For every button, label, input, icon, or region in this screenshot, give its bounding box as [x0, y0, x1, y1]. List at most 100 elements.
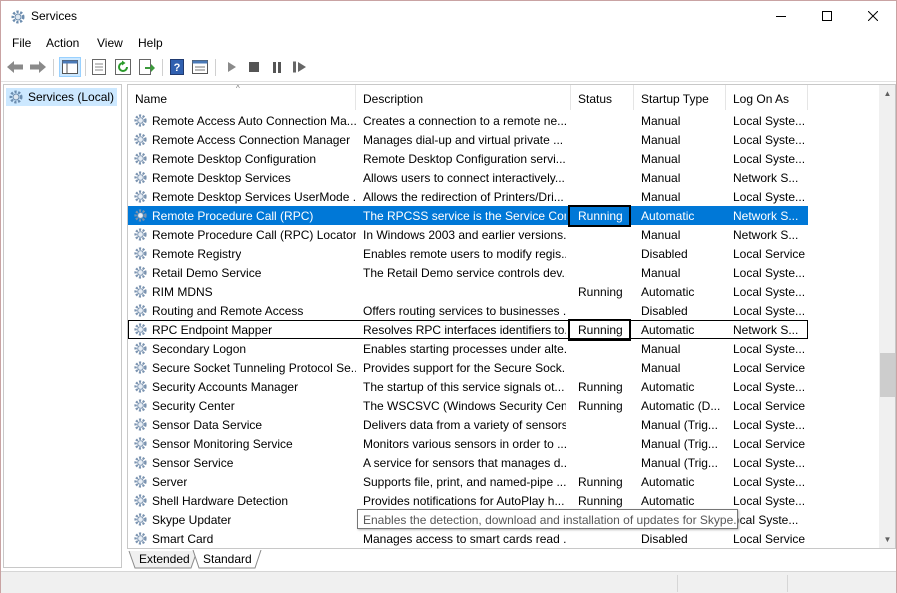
menu-view[interactable]: View — [97, 36, 123, 50]
service-startup-type: Automatic (D... — [641, 399, 721, 413]
minimize-icon — [776, 16, 786, 17]
table-row[interactable]: Remote Registry Enables remote users to m… — [128, 244, 808, 263]
service-log-on-as: Local Service — [733, 361, 806, 375]
service-name: Routing and Remote Access — [152, 304, 304, 318]
maximize-button[interactable] — [804, 1, 850, 31]
service-gear-icon — [134, 342, 147, 355]
service-gear-icon — [134, 380, 147, 393]
table-row[interactable]: Routing and Remote Access Offers routing … — [128, 301, 808, 320]
column-header-description[interactable]: Description — [356, 85, 571, 110]
minimize-button[interactable] — [758, 1, 804, 31]
scroll-thumb[interactable] — [880, 353, 895, 397]
service-log-on-as: Local Service — [733, 532, 806, 546]
table-row[interactable]: Sensor Monitoring Service Monitors variou… — [128, 434, 808, 453]
table-row[interactable]: Secure Socket Tunneling Protocol Se... Pr… — [128, 358, 808, 377]
table-row[interactable]: Sensor Service A service for sensors that… — [128, 453, 808, 472]
show-hide-console-tree-button[interactable] — [59, 57, 81, 77]
service-description: The WSCSVC (Windows Security Cen... — [363, 399, 566, 413]
table-row[interactable]: Security Accounts Manager The startup of … — [128, 377, 808, 396]
column-header-startup-type[interactable]: Startup Type — [634, 85, 726, 110]
table-row[interactable]: RPC Endpoint Mapper Resolves RPC interfac… — [128, 319, 808, 341]
service-startup-type: Manual (Trig... — [641, 437, 718, 451]
refresh-button[interactable] — [114, 58, 132, 76]
service-description: Remote Desktop Configuration servi... — [363, 152, 566, 166]
table-row[interactable]: Security Center The WSCSVC (Windows Secur… — [128, 396, 808, 415]
service-gear-icon — [134, 494, 147, 507]
back-button[interactable] — [6, 58, 24, 76]
service-startup-type: Automatic — [641, 475, 695, 489]
table-row[interactable]: Remote Access Auto Connection Ma... Creat… — [128, 111, 808, 130]
service-name: Skype Updater — [152, 513, 232, 527]
scroll-down-icon[interactable]: ▼ — [879, 531, 895, 548]
service-gear-icon — [134, 247, 147, 260]
service-description: Offers routing services to businesses ..… — [363, 304, 566, 318]
list-view-icon — [192, 60, 208, 74]
tree-node-services-local[interactable]: Services (Local) — [6, 88, 117, 106]
service-startup-type: Automatic — [641, 380, 695, 394]
service-name: Server — [152, 475, 188, 489]
forward-arrow-icon — [30, 61, 46, 73]
vertical-scrollbar[interactable]: ▲ ▼ — [879, 85, 895, 548]
scroll-up-icon[interactable]: ▲ — [879, 85, 895, 102]
description-tooltip: Enables the detection, download and inst… — [357, 509, 738, 529]
restart-service-button[interactable] — [291, 58, 309, 76]
service-name: Retail Demo Service — [152, 266, 262, 280]
service-gear-icon — [134, 513, 147, 526]
service-startup-type: Automatic — [641, 285, 695, 299]
service-name: RPC Endpoint Mapper — [152, 323, 273, 337]
table-row[interactable]: Sensor Data Service Delivers data from a … — [128, 415, 808, 434]
close-button[interactable] — [850, 1, 896, 31]
forward-button[interactable] — [29, 58, 47, 76]
menu-file[interactable]: File — [12, 36, 31, 50]
table-row[interactable]: Smart Card Manages access to smart cards … — [128, 529, 808, 548]
column-header-log-on-as[interactable]: Log On As — [726, 85, 808, 110]
table-row[interactable]: Remote Access Connection Manager Manages … — [128, 130, 808, 149]
stop-service-button[interactable] — [245, 58, 263, 76]
properties-button[interactable] — [90, 58, 108, 76]
table-row[interactable]: Remote Desktop Services UserMode ... Allo… — [128, 187, 808, 206]
table-row[interactable]: Remote Desktop Services Allows users to c… — [128, 168, 808, 187]
service-log-on-as: Local Syste... — [733, 266, 806, 280]
maximize-icon — [822, 11, 832, 21]
service-name: Shell Hardware Detection — [152, 494, 289, 508]
console-tree-icon — [62, 60, 78, 74]
service-startup-type: Disabled — [641, 247, 688, 261]
table-row[interactable]: RIM MDNS Running Automatic Local Syste... — [128, 282, 808, 301]
service-status: Running — [578, 475, 623, 489]
menu-help[interactable]: Help — [138, 36, 163, 50]
table-row[interactable]: Remote Desktop Configuration Remote Deskt… — [128, 149, 808, 168]
start-service-button[interactable] — [223, 58, 241, 76]
menu-action[interactable]: Action — [46, 36, 79, 50]
service-log-on-as: Network S... — [733, 209, 799, 223]
service-status: Running — [578, 285, 623, 299]
table-row[interactable]: Secondary Logon Enables starting processe… — [128, 339, 808, 358]
service-log-on-as: Local Syste... — [733, 475, 806, 489]
column-header-name[interactable]: Name ^ — [128, 85, 356, 110]
table-row[interactable]: Remote Procedure Call (RPC) The RPCSS ser… — [128, 205, 808, 227]
table-row[interactable]: Retail Demo Service The Retail Demo servi… — [128, 263, 808, 282]
service-name: RIM MDNS — [152, 285, 213, 299]
help-button[interactable]: ? — [168, 58, 186, 76]
service-startup-type: Manual — [641, 266, 681, 280]
service-startup-type: Manual — [641, 133, 681, 147]
table-row[interactable]: Remote Procedure Call (RPC) Locator In Wi… — [128, 225, 808, 244]
export-list-button[interactable] — [138, 58, 156, 76]
tree-node-label: Services (Local) — [28, 90, 115, 104]
table-row[interactable]: Server Supports file, print, and named-pi… — [128, 472, 808, 491]
column-header-status[interactable]: Status — [571, 85, 634, 110]
service-gear-icon — [134, 114, 147, 127]
service-description: Manages dial-up and virtual private ... — [363, 133, 564, 147]
service-gear-icon — [134, 323, 147, 336]
service-log-on-as: Local Syste... — [733, 190, 806, 204]
service-startup-type: Automatic — [641, 209, 695, 223]
service-name: Remote Registry — [152, 247, 242, 261]
pause-service-button[interactable] — [268, 58, 286, 76]
service-startup-type: Automatic — [641, 494, 695, 508]
show-list-button[interactable] — [191, 58, 209, 76]
tab-standard[interactable]: Standard — [203, 550, 252, 568]
service-description: Provides notifications for AutoPlay h... — [363, 494, 565, 508]
table-row[interactable]: Shell Hardware Detection Provides notific… — [128, 491, 808, 510]
service-log-on-as: ocal Syste... — [733, 513, 799, 527]
close-icon — [868, 11, 878, 21]
tab-extended[interactable]: Extended — [139, 550, 190, 568]
